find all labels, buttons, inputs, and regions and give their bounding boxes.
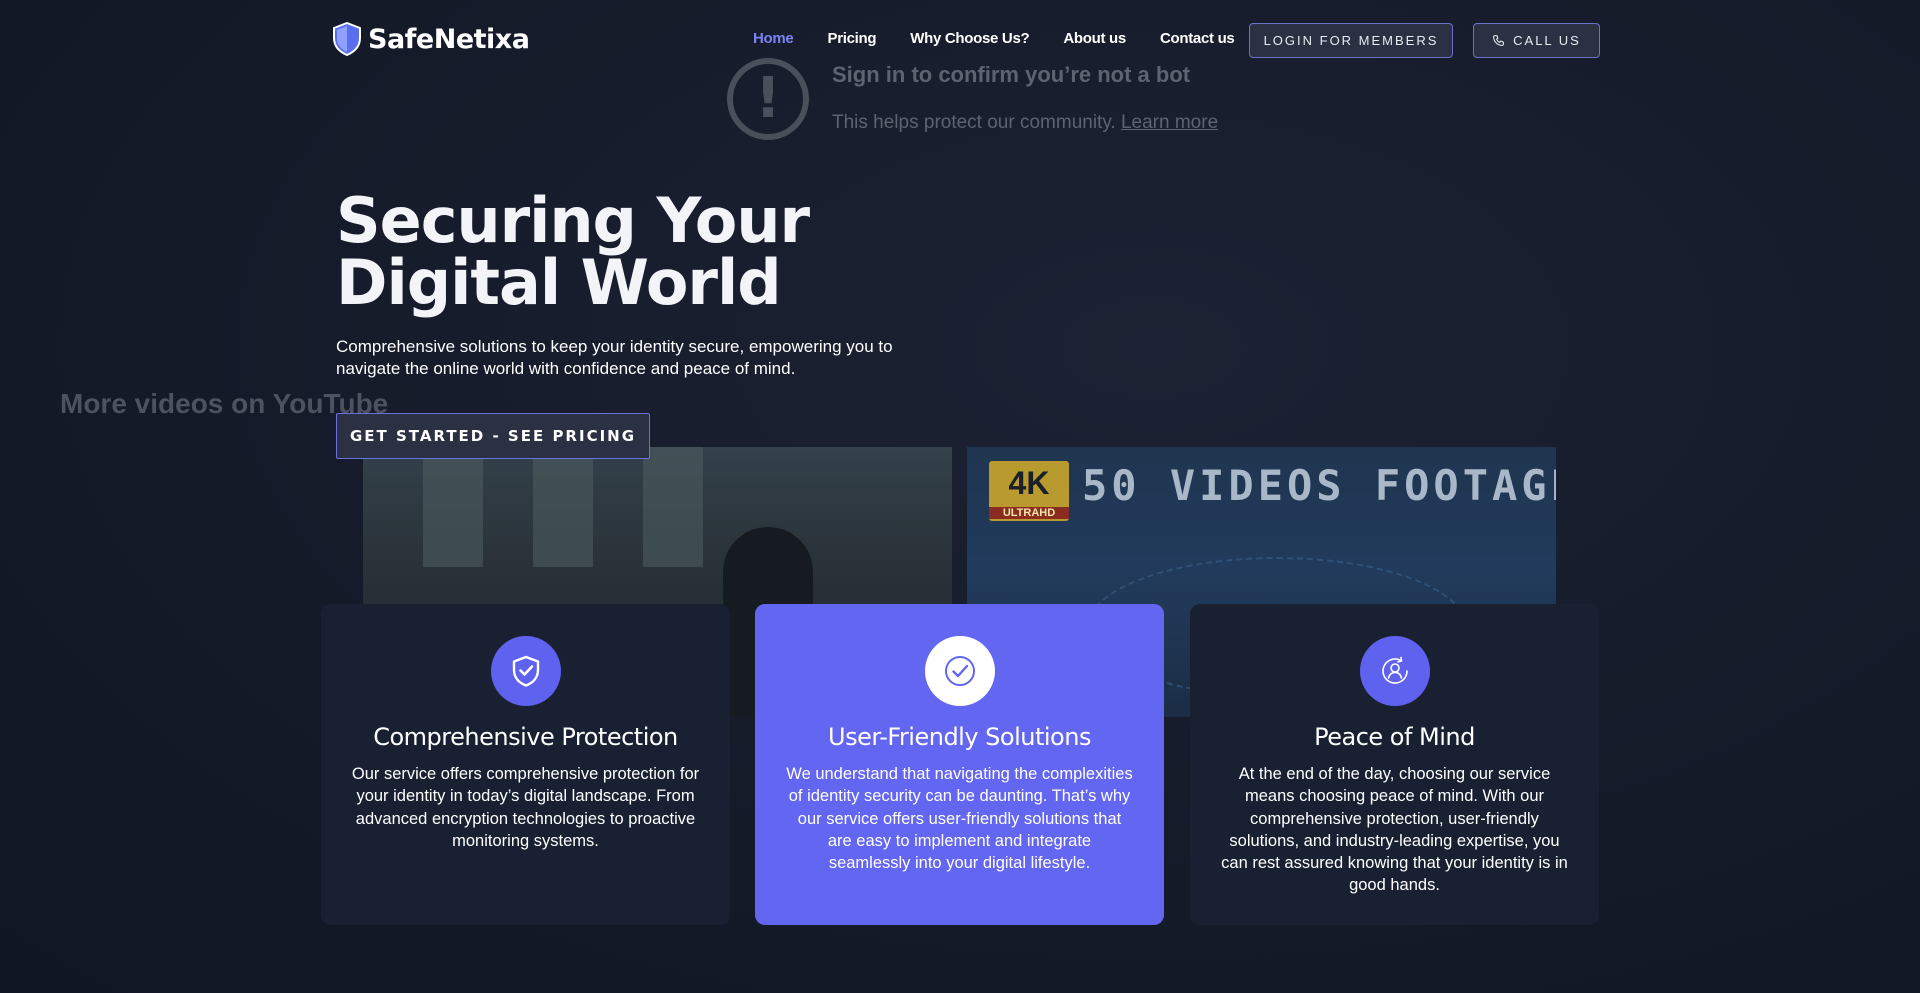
feature-card: Comprehensive Protection Our service off… [321,604,730,925]
learn-more-link[interactable]: Learn more [1121,112,1218,133]
call-us-button[interactable]: CALL US [1473,23,1600,58]
card-text: We understand that navigating the comple… [786,765,1133,873]
window-shape [533,447,593,567]
hero-description: Comprehensive solutions to keep your ide… [336,337,893,378]
window-shape [643,447,703,567]
nav-home[interactable]: Home [753,30,794,47]
card-title: Peace of Mind [1314,723,1475,751]
get-started-button[interactable]: GET STARTED - SEE PRICING [336,413,650,459]
user-refresh-icon [1359,636,1430,706]
card-text: Our service offers comprehensive protect… [351,765,700,850]
hero-title: Securing Your Digital World [336,184,810,319]
feature-card: Peace of Mind At the end of the day, cho… [1190,604,1599,925]
nav-contact-us[interactable]: Contact us [1160,30,1235,47]
shield-check-icon [490,636,561,706]
hero-section: Securing Your Digital World Comprehensiv… [336,184,956,459]
card-title: User-Friendly Solutions [828,723,1091,751]
login-for-members-button[interactable]: LOGIN FOR MEMBERS [1249,23,1453,58]
card-title: Comprehensive Protection [373,723,678,751]
phone-icon [1493,35,1505,46]
brand-logo[interactable]: SafeNetixa [332,22,530,56]
card-text: At the end of the day, choosing our serv… [1221,765,1568,895]
4k-badge: 4K ULTRAHD [989,461,1069,521]
feature-card: User-Friendly Solutions We understand th… [755,604,1164,925]
nav-why-choose-us[interactable]: Why Choose Us? [910,30,1029,47]
check-circle-icon [924,636,995,706]
call-us-label: CALL US [1513,33,1581,48]
window-shape [423,447,483,567]
youtube-notice-text: This helps protect our community. Learn … [832,112,1219,133]
nav-about-us[interactable]: About us [1063,30,1126,47]
nav-pricing[interactable]: Pricing [827,30,876,47]
brand-name: SafeNetixa [368,23,530,55]
thumbnail-title: 50 VIDEOS FOOTAGE [1082,461,1556,510]
main-nav: Home Pricing Why Choose Us? About us Con… [753,30,1268,47]
shield-logo-icon [333,22,361,56]
site-header: SafeNetixa Home Pricing Why Choose Us? A… [0,0,1920,80]
